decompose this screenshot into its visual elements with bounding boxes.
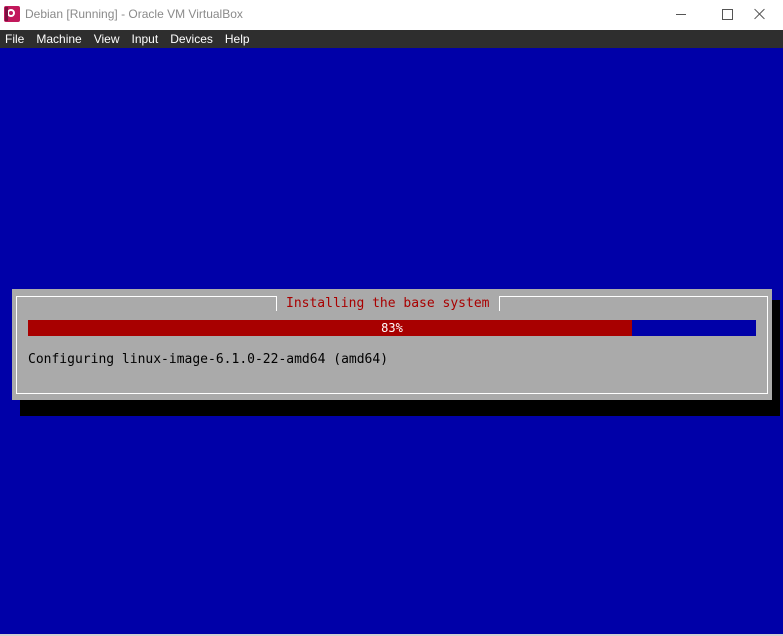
window-title: Debian [Running] - Oracle VM VirtualBox bbox=[25, 7, 243, 21]
progress-bar: 83% bbox=[28, 320, 756, 336]
minimize-button[interactable] bbox=[658, 0, 704, 30]
dialog-title: Installing the base system bbox=[276, 296, 500, 314]
virtualbox-window: Debian [Running] - Oracle VM VirtualBox … bbox=[0, 0, 783, 636]
menu-machine[interactable]: Machine bbox=[30, 30, 87, 48]
title-bar[interactable]: Debian [Running] - Oracle VM VirtualBox bbox=[0, 0, 783, 30]
menu-help[interactable]: Help bbox=[219, 30, 256, 48]
install-status-text: Configuring linux-image-6.1.0-22-amd64 (… bbox=[28, 352, 389, 367]
menu-devices[interactable]: Devices bbox=[164, 30, 219, 48]
menu-view[interactable]: View bbox=[88, 30, 126, 48]
menu-input[interactable]: Input bbox=[126, 30, 165, 48]
menu-file[interactable]: File bbox=[0, 30, 30, 48]
close-button[interactable] bbox=[737, 0, 783, 30]
dialog-frame: Installing the base system bbox=[16, 296, 768, 394]
installer-progress-dialog: Installing the base system 83% Configuri… bbox=[12, 289, 772, 400]
menu-bar: File Machine View Input Devices Help bbox=[0, 30, 783, 48]
virtualbox-icon[interactable] bbox=[4, 6, 20, 22]
progress-percent-label: 83% bbox=[381, 321, 403, 335]
